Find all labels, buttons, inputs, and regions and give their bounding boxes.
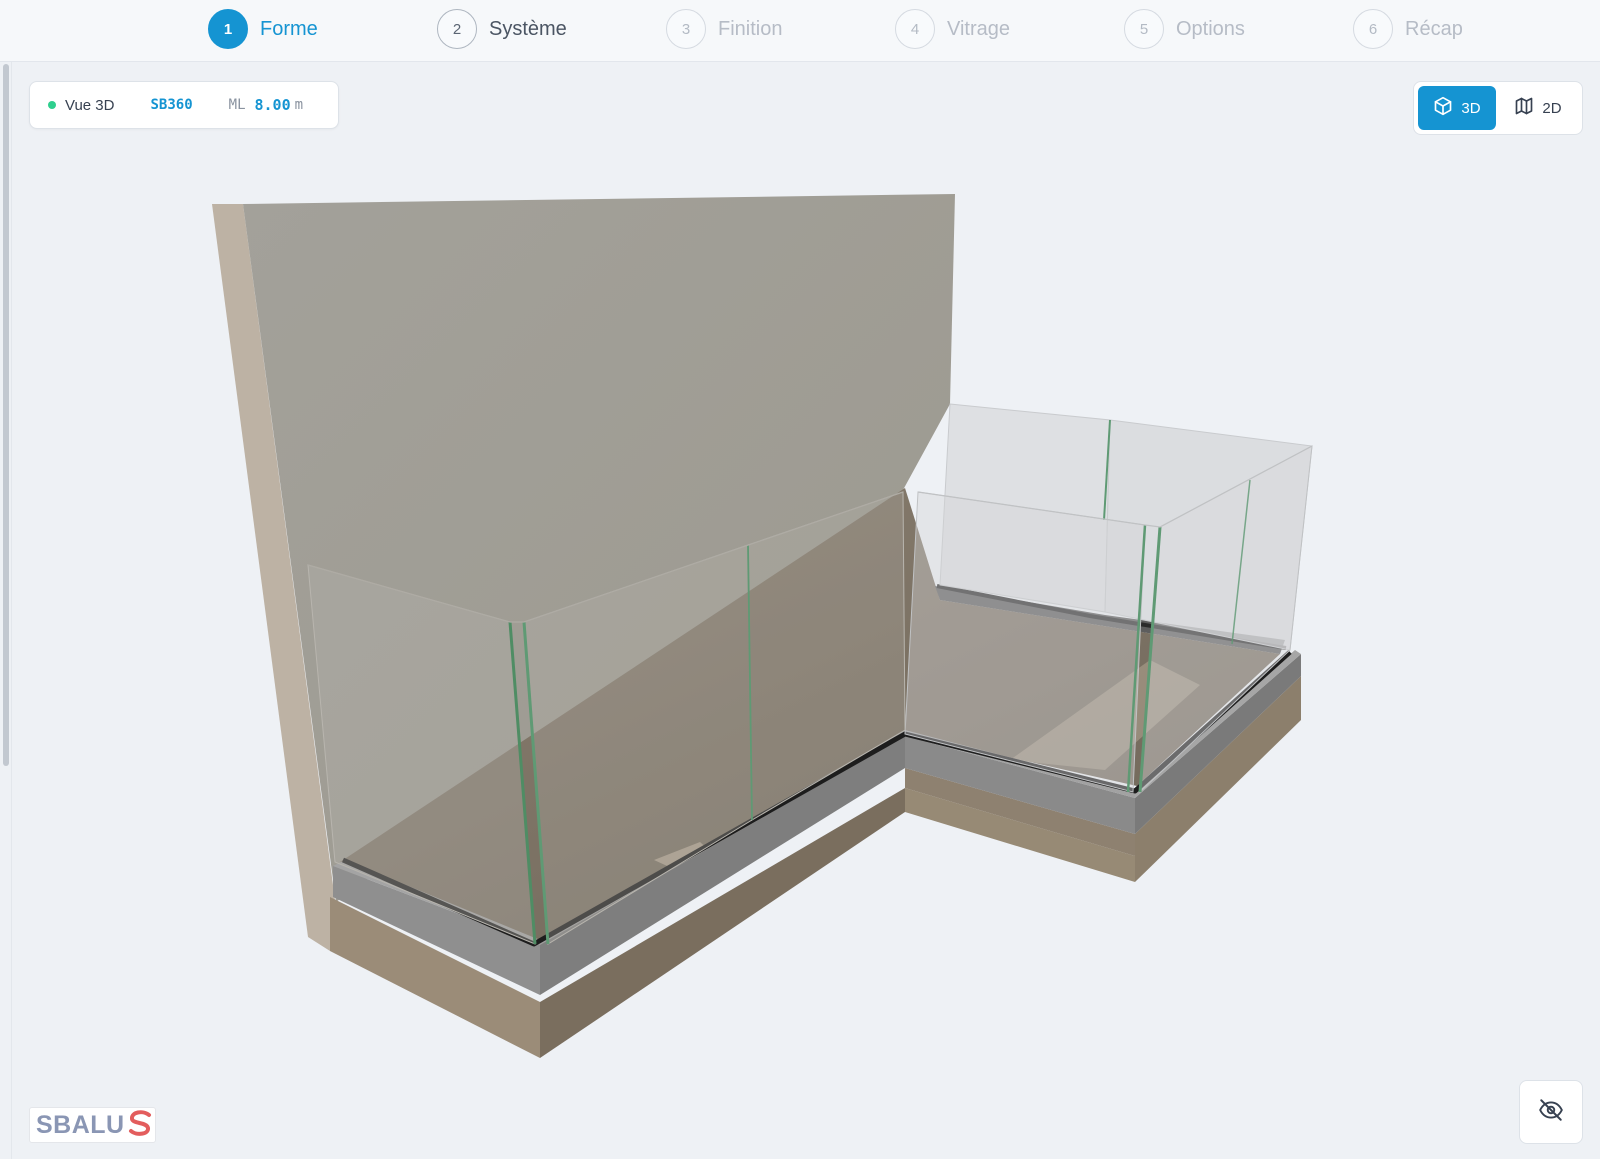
cube-icon (1433, 96, 1453, 120)
step-systeme[interactable]: 2 Système (437, 9, 567, 49)
status-dot (48, 101, 56, 109)
toggle-visibility-button[interactable] (1519, 1080, 1583, 1144)
step-number: 1 (208, 9, 248, 49)
map-icon (1514, 96, 1534, 120)
view-mode-toggle: 3D 2D (1413, 81, 1583, 135)
step-label: Forme (260, 17, 318, 40)
view-3d-label: 3D (1461, 99, 1481, 117)
step-recap[interactable]: 6 Récap (1353, 9, 1463, 49)
glass-right-2 (1139, 445, 1313, 794)
step-label: Récap (1405, 17, 1463, 40)
rail-channel (341, 650, 1292, 947)
curb-left (333, 866, 540, 995)
glass-back-1 (939, 403, 1111, 613)
linear-meters-value: 8.00 (254, 96, 291, 114)
step-number: 5 (1124, 9, 1164, 49)
left-scrollbar-thumb[interactable] (3, 64, 9, 766)
eye-off-icon (1538, 1097, 1564, 1128)
step-label: Système (489, 17, 567, 40)
view-3d-button[interactable]: 3D (1418, 86, 1496, 130)
step-number: 6 (1353, 9, 1393, 49)
brand-swirl-icon (125, 1109, 155, 1142)
brand-logo-text: SBALU (36, 1110, 125, 1139)
wall-side (212, 204, 335, 951)
step-options[interactable]: 5 Options (1124, 9, 1245, 49)
view-2d-label: 2D (1542, 99, 1562, 117)
wall-face (243, 194, 955, 902)
slab-left (330, 897, 540, 1058)
step-number: 4 (895, 9, 935, 49)
linear-meters-unit: m (294, 97, 304, 113)
step-label: Vitrage (947, 17, 1011, 40)
view-mode-label: Vue 3D (65, 96, 115, 114)
system-code: SB360 (150, 97, 193, 113)
step-label: Finition (718, 17, 783, 40)
slab-front (540, 788, 905, 1058)
linear-meters-label: ML (228, 97, 246, 113)
view-2d-button[interactable]: 2D (1502, 86, 1574, 130)
step-vitrage[interactable]: 4 Vitrage (895, 9, 1010, 49)
brand-logo: SBALU (29, 1107, 156, 1143)
glass-left-1 (307, 564, 536, 945)
glass-left-2 (523, 544, 753, 945)
glass-right-1 (904, 491, 1146, 793)
floor (340, 488, 1280, 948)
glass-left-3 (747, 491, 906, 821)
step-forme[interactable]: 1 Forme (208, 9, 318, 49)
glass-back-2 (1104, 419, 1313, 651)
step-finition[interactable]: 3 Finition (666, 9, 782, 49)
step-number: 3 (666, 9, 706, 49)
step-label: Options (1176, 17, 1245, 40)
balcony-3d-scene[interactable] (0, 0, 1600, 1159)
step-number: 2 (437, 9, 477, 49)
scene-info-badge: Vue 3D SB360 ML 8.00 m (29, 81, 339, 129)
step-progress-bar: 1 Forme 2 Système 3 Finition 4 Vitrage 5… (0, 0, 1600, 62)
